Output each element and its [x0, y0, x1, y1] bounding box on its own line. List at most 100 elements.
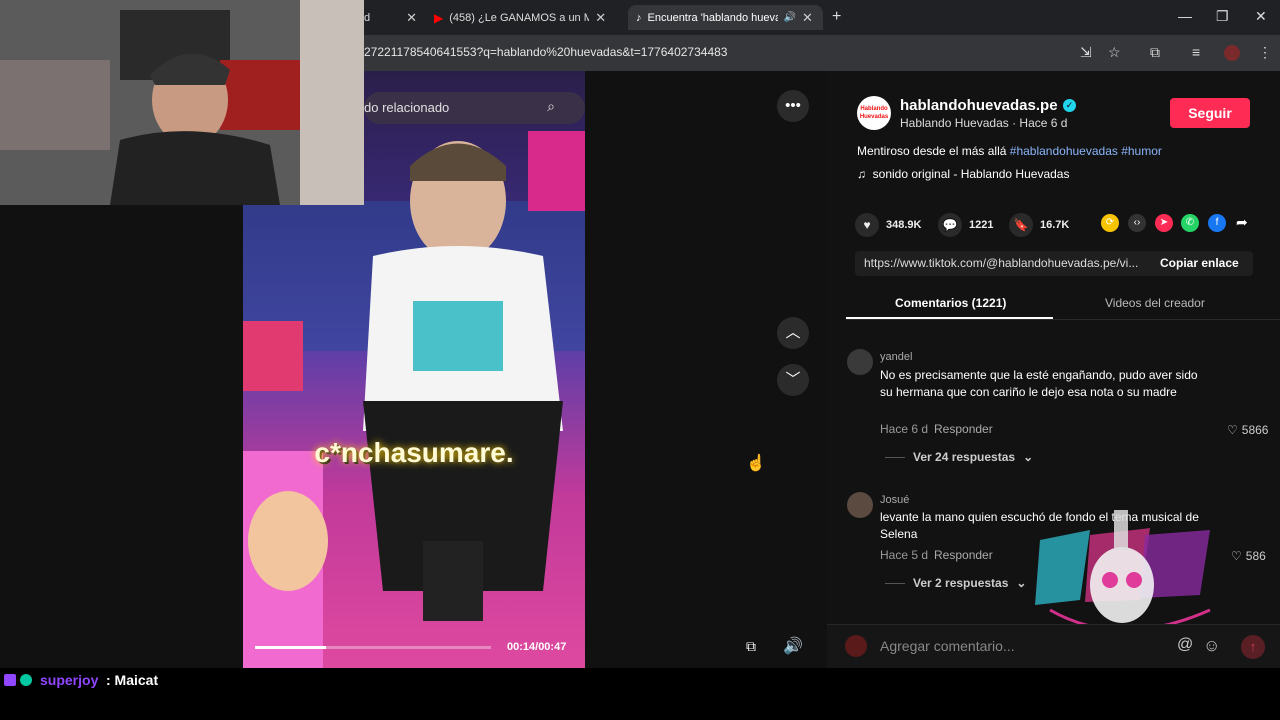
music-info[interactable]: ♫ sonido original - Hablando Huevadas	[857, 167, 1069, 181]
comment-input[interactable]: Agregar comentario...	[880, 638, 1015, 654]
send-button[interactable]: ↑	[1241, 635, 1265, 659]
post-description: Mentiroso desde el más allá #hablandohue…	[857, 144, 1162, 158]
video-time: 00:14/00:47	[507, 641, 567, 653]
chat-username: superjoy	[40, 672, 99, 688]
chevron-up-icon[interactable]: ︿	[777, 317, 809, 349]
pip-icon[interactable]: ⧉	[746, 638, 756, 655]
new-tab-button[interactable]: +	[832, 8, 841, 26]
search-icon[interactable]: ⌕	[547, 98, 555, 115]
comment-text: No es precisamente que la esté engañando…	[880, 368, 1198, 399]
view-replies-button[interactable]: Ver 24 respuestas ⌄	[885, 450, 1033, 464]
maximize-button[interactable]: ❐	[1216, 8, 1229, 25]
view-replies-button[interactable]: Ver 2 respuestas ⌄	[885, 576, 1026, 590]
comment-time: Hace 5 d	[880, 548, 929, 562]
menu-icon[interactable]: ⋮	[1258, 44, 1272, 61]
extensions-icon[interactable]: ⧉	[1150, 44, 1160, 61]
tab-label: (458) ¿Le GANAMOS a un MILA	[449, 11, 590, 24]
comment-like[interactable]: ♡ 586	[1231, 549, 1266, 563]
video-search-overlay[interactable]: do relacionado ⌕	[364, 92, 585, 124]
browser-tab[interactable]: d ✕	[364, 5, 422, 30]
reply-button[interactable]: Responder	[934, 548, 993, 562]
stream-chat-bar	[0, 668, 1280, 720]
hashtags[interactable]: #hablandohuevadas #humor	[1010, 144, 1162, 158]
browser-tab-tiktok[interactable]: ♪ Encuentra 'hablando hueva 🔊 ✕	[628, 5, 823, 30]
search-overlay-text: do relacionado	[364, 100, 450, 115]
chevron-down-icon: ⌄	[1016, 576, 1027, 590]
user-avatar	[845, 635, 867, 657]
like-count: 348.9K	[886, 219, 922, 231]
avatar-logo-text: Hablando Huevadas	[859, 106, 889, 120]
comment-stat[interactable]: 💬 1221	[938, 213, 993, 237]
close-icon[interactable]: ✕	[802, 10, 813, 26]
creator-avatar[interactable]: Hablando Huevadas	[857, 96, 891, 130]
commenter-avatar[interactable]	[847, 349, 873, 375]
tab-creator-videos[interactable]: Videos del creador	[1105, 296, 1205, 310]
tab-label: d	[364, 11, 371, 24]
tab-label: Encuentra 'hablando hueva	[647, 11, 778, 24]
view-replies-label: Ver 2 respuestas	[913, 576, 1009, 590]
close-icon[interactable]: ✕	[406, 10, 417, 26]
heart-outline-icon[interactable]: ♡	[1227, 423, 1238, 437]
bookmark-icon[interactable]: 🔖	[1009, 213, 1033, 237]
verified-icon: ✓	[1063, 99, 1076, 112]
reply-button[interactable]: Responder	[934, 422, 993, 436]
copy-link-button[interactable]: Copiar enlace	[1160, 256, 1239, 270]
tab-divider	[846, 319, 1280, 320]
facebook-icon[interactable]: f	[1208, 214, 1226, 232]
mention-icon[interactable]: @	[1177, 636, 1193, 654]
minimize-button[interactable]: —	[1178, 8, 1192, 24]
comment-icon[interactable]: 💬	[938, 213, 962, 237]
share-icon[interactable]: ➦	[1236, 214, 1248, 231]
close-window-button[interactable]: ✕	[1255, 8, 1267, 25]
music-text: sonido original - Hablando Huevadas	[872, 167, 1070, 181]
heart-icon[interactable]: ♥	[855, 213, 879, 237]
volume-icon[interactable]: 🔊	[783, 636, 803, 656]
view-replies-label: Ver 24 respuestas	[913, 450, 1016, 464]
whatsapp-icon[interactable]: ✆	[1181, 214, 1199, 232]
webcam-frame	[0, 0, 364, 205]
browser-tab-youtube[interactable]: ▶ (458) ¿Le GANAMOS a un MILA ✕	[434, 5, 624, 30]
comment-like[interactable]: ♡ 5866	[1227, 423, 1268, 437]
media-icon[interactable]: ≡	[1192, 44, 1200, 60]
creator-username[interactable]: hablandohuevadas.pe	[900, 97, 1058, 114]
webcam-overlay	[0, 0, 364, 205]
speaker-icon[interactable]: 🔊	[784, 12, 796, 23]
more-options-button[interactable]: •••	[777, 90, 809, 122]
comment-count: 1221	[969, 219, 994, 231]
progress-fill	[255, 646, 326, 649]
star-icon[interactable]: ☆	[1108, 44, 1121, 61]
video-caption: c*nchasumare.	[314, 437, 514, 468]
twitch-badge-icon	[4, 674, 16, 686]
creator-nickname: Hablando Huevadas · Hace 6 d	[900, 116, 1068, 130]
share-link-text[interactable]: https://www.tiktok.com/@hablandohuevadas…	[864, 256, 1146, 270]
sub-badge-icon	[20, 674, 32, 686]
install-icon[interactable]: ⇲	[1080, 44, 1092, 61]
comment-username[interactable]: Josué	[880, 494, 909, 506]
chevron-down-icon[interactable]: ﹀	[777, 364, 809, 396]
commenter-avatar[interactable]	[847, 492, 873, 518]
save-stat[interactable]: 🔖 16.7K	[1009, 213, 1069, 237]
repost-icon[interactable]: ⟳	[1101, 214, 1119, 232]
tab-comments[interactable]: Comentarios (1221)	[895, 296, 1006, 310]
heart-outline-icon[interactable]: ♡	[1231, 549, 1242, 563]
tiktok-icon: ♪	[636, 11, 642, 24]
emoji-icon[interactable]: ☺	[1203, 636, 1220, 656]
send-to-friend-icon[interactable]: ➤	[1155, 214, 1173, 232]
chevron-down-icon: ⌄	[1023, 450, 1034, 464]
embed-icon[interactable]: ‹›	[1128, 214, 1146, 232]
chat-message: : Maicat	[106, 672, 159, 688]
replies-divider	[885, 456, 905, 458]
profile-avatar[interactable]	[1224, 45, 1240, 61]
mouse-cursor-icon: ☝	[746, 455, 766, 472]
close-icon[interactable]: ✕	[595, 10, 606, 26]
comment-like-count: 586	[1245, 549, 1266, 563]
youtube-icon: ▶	[434, 10, 444, 25]
url-text[interactable]: 27221178540641553?q=hablando%20huevadas&…	[364, 45, 727, 59]
comment-time: Hace 6 d	[880, 422, 929, 436]
comment-like-count: 5866	[1241, 423, 1269, 437]
music-note-icon: ♫	[857, 167, 866, 181]
like-stat[interactable]: ♥ 348.9K	[855, 213, 921, 237]
comment-username[interactable]: yandel	[880, 351, 912, 363]
follow-button[interactable]: Seguir	[1170, 98, 1250, 128]
replies-divider	[885, 582, 905, 584]
